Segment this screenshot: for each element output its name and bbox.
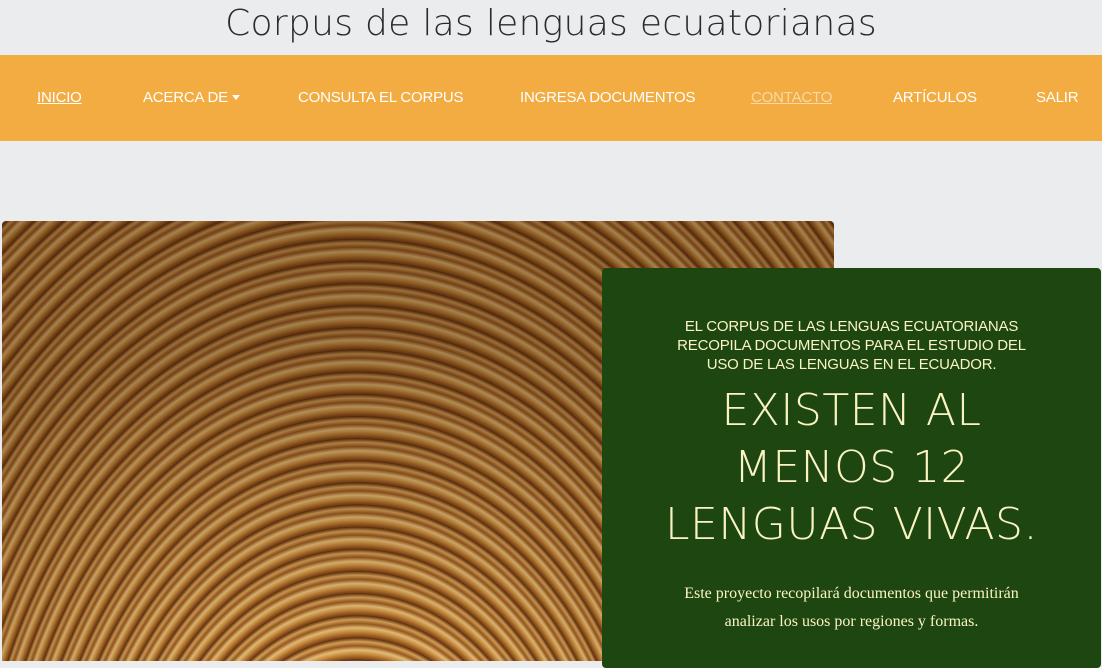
card-intro-text: EL CORPUS DE LAS LENGUAS ECUATORIANAS RE… [602, 317, 1101, 374]
card-headline-line: EXISTEN AL [721, 385, 982, 436]
nav-item-salir[interactable]: SALIR [1036, 55, 1079, 141]
card-headline-line: MENOS 12 [733, 442, 970, 493]
card-body-line: Este proyecto recopilará documentos que … [684, 585, 1019, 602]
nav-item-ingresa-documentos[interactable]: INGRESA DOCUMENTOS [520, 55, 696, 141]
nav-item-acerca-de[interactable]: ACERCA DE [143, 55, 240, 141]
info-card: EL CORPUS DE LAS LENGUAS ECUATORIANAS RE… [602, 268, 1101, 668]
caret-down-icon [231, 94, 240, 100]
nav-item-consulta-el-corpus[interactable]: CONSULTA EL CORPUS [298, 55, 464, 141]
card-body-line: analizar los usos por regiones y formas. [724, 613, 979, 630]
card-headline: EXISTEN AL MENOS 12 LENGUAS VIVAS. [602, 382, 1101, 553]
card-intro-line: RECOPILA DOCUMENTOS PARA EL ESTUDIO DEL [677, 337, 1026, 354]
card-body-text: Este proyecto recopilará documentos que … [602, 580, 1101, 636]
card-intro-line: EL CORPUS DE LAS LENGUAS ECUATORIANAS [684, 318, 1019, 335]
site-header: Corpus de las lenguas ecuatorianas [0, 0, 1102, 55]
card-headline-line: LENGUAS VIVAS. [665, 499, 1038, 550]
nav-item-articulos[interactable]: ARTÍCULOS [893, 55, 977, 141]
nav-item-acerca-de-label: ACERCA DE [143, 89, 228, 106]
card-intro-line: USO DE LAS LENGUAS EN EL ECUADOR. [706, 356, 997, 373]
nav-item-inicio[interactable]: INICIO [37, 55, 82, 141]
nav-item-contacto[interactable]: CONTACTO [751, 55, 832, 141]
site-title: Corpus de las lenguas ecuatorianas [225, 3, 877, 44]
main-navbar: INICIO ACERCA DE CONSULTA EL CORPUS INGR… [0, 55, 1102, 141]
